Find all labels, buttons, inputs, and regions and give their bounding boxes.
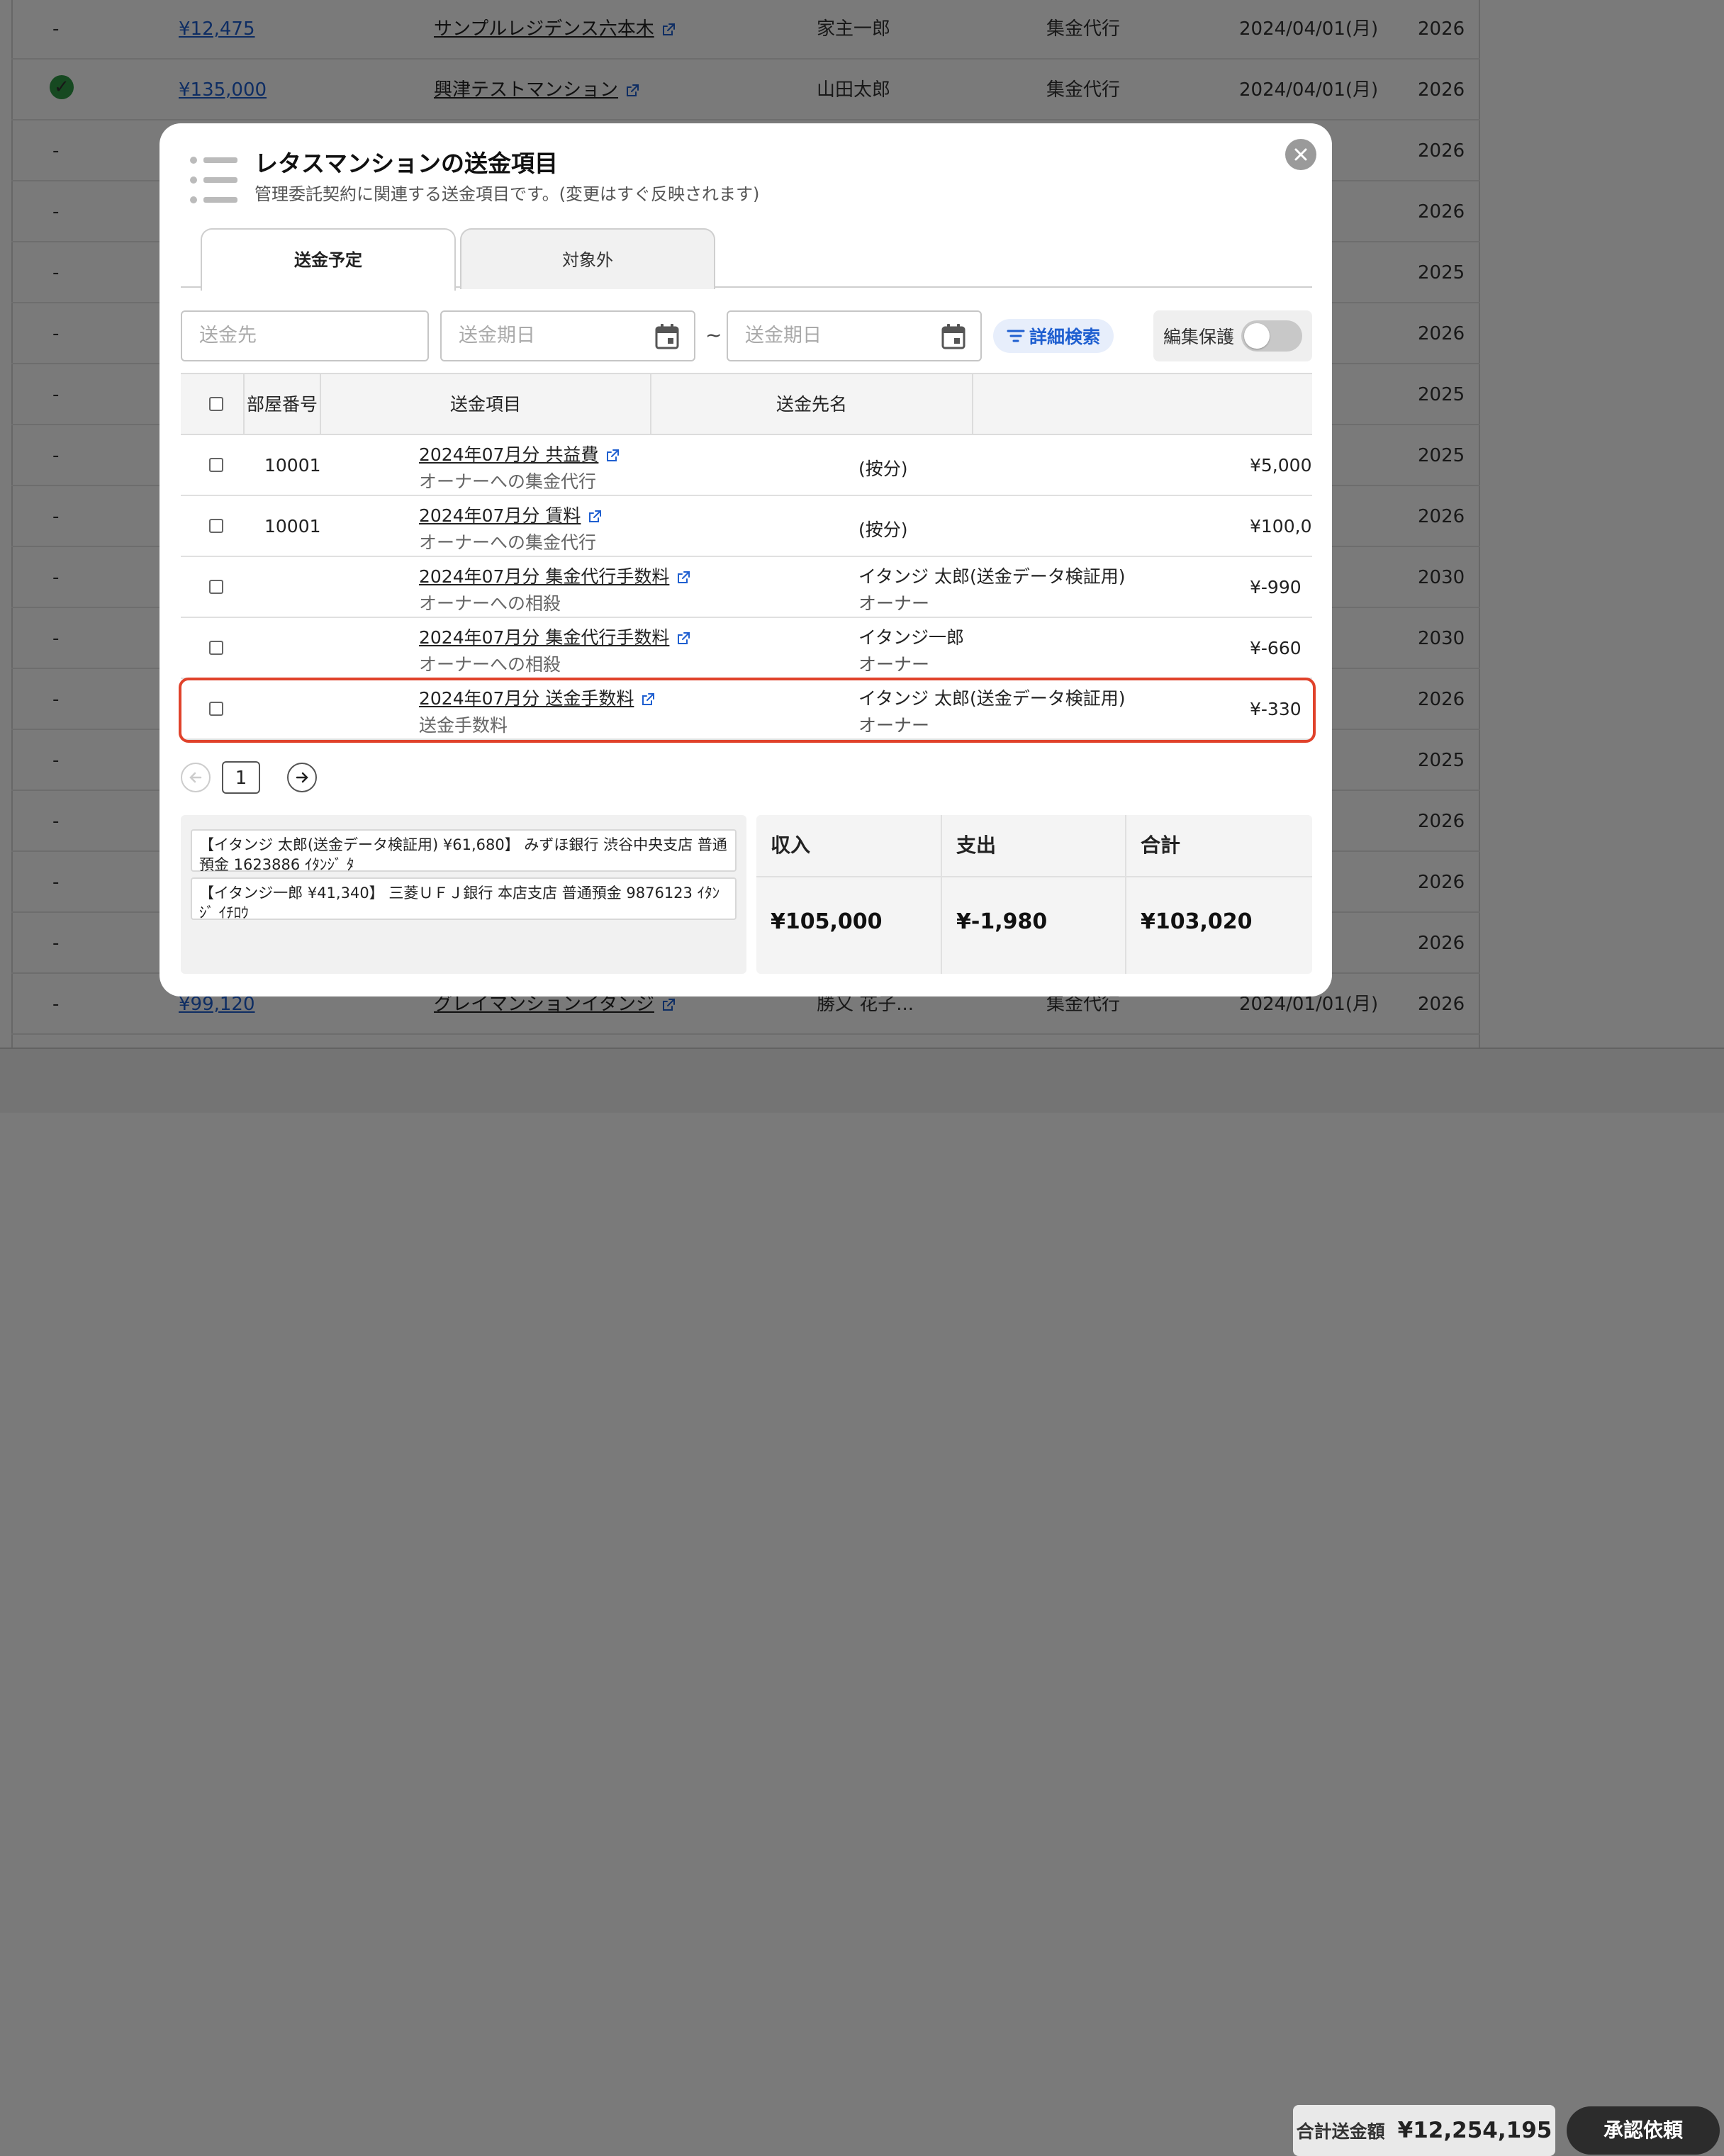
edit-protect-toggle[interactable] xyxy=(1241,320,1303,352)
highlighted-row-outline xyxy=(179,678,1316,743)
remittance-item-title: 2024年07月分 集金代行手数料 xyxy=(419,566,670,587)
summary-panel: 収入 支出 合計 ¥105,000 ¥-1,980 ¥103,020 xyxy=(756,815,1312,974)
bank-account-entry: 【イタンジ 太郎(送金データ検証用) ¥61,680】 みずほ銀行 渋谷中央支店… xyxy=(191,829,737,873)
filter-icon xyxy=(1007,330,1025,342)
row-checkbox[interactable] xyxy=(209,580,223,594)
remittance-item-title: 2024年07月分 共益費 xyxy=(419,444,599,465)
table-header: 部屋番号 送金項目 送金先名 xyxy=(181,373,1312,435)
room-number: 10001 xyxy=(264,516,321,537)
tab-excluded[interactable]: 対象外 xyxy=(460,228,715,289)
close-button[interactable] xyxy=(1285,139,1316,170)
expense-value: ¥-1,980 xyxy=(956,909,1048,934)
income-label: 収入 xyxy=(771,833,811,857)
external-link-icon[interactable] xyxy=(676,631,690,646)
table-row[interactable]: 10001 2024年07月分 賃料 オーナーへの集金代行 (按分) ¥100,0( xyxy=(181,496,1312,557)
remittance-item-link[interactable]: 2024年07月分 集金代行手数料 xyxy=(419,563,690,588)
date-from-placeholder: 送金期日 xyxy=(459,325,535,347)
header-destination-name: 送金先名 xyxy=(776,394,847,415)
destination-name: (按分) xyxy=(858,459,908,479)
calendar-icon[interactable] xyxy=(941,323,966,350)
pagination: 1 xyxy=(181,761,323,795)
remittance-amount: ¥5,000 xyxy=(1250,455,1312,476)
external-link-icon[interactable] xyxy=(588,510,602,524)
advanced-search-label: 詳細検索 xyxy=(1029,327,1100,347)
remittance-item-category: オーナーへの相殺 xyxy=(419,593,561,614)
filter-bar: 送金先 送金期日 ~ 送金期日 詳細検索 編集保護 xyxy=(181,310,1312,363)
remittance-items-modal: レタスマンションの送金項目 管理委託契約に関連する送金項目です。(変更はすぐ反映… xyxy=(159,123,1332,996)
bank-account-entry: 【イタンジ一郎 ¥41,340】 三菱ＵＦＪ銀行 本店支店 普通預金 98761… xyxy=(191,877,737,921)
remittance-item-link[interactable]: 2024年07月分 賃料 xyxy=(419,502,602,527)
remittance-item-category: オーナーへの集金代行 xyxy=(419,471,597,492)
destination-name: (按分) xyxy=(858,520,908,540)
remittance-item-title: 2024年07月分 賃料 xyxy=(419,505,581,526)
remittance-item-category: オーナーへの相殺 xyxy=(419,654,561,675)
income-value: ¥105,000 xyxy=(771,909,883,934)
date-from-input[interactable]: 送金期日 xyxy=(440,310,695,361)
list-icon xyxy=(188,155,240,207)
bank-accounts-panel: 【イタンジ 太郎(送金データ検証用) ¥61,680】 みずほ銀行 渋谷中央支店… xyxy=(181,815,746,974)
room-number: 10001 xyxy=(264,455,321,476)
total-remittance-box: 合計送金額 ¥12,254,195 xyxy=(1293,2105,1555,2156)
header-room-number: 部屋番号 xyxy=(246,394,318,415)
remittance-amount: ¥-660 xyxy=(1250,638,1302,658)
external-link-icon[interactable] xyxy=(605,449,620,463)
destination-name: イタンジ 太郎(送金データ検証用) xyxy=(858,566,1126,587)
remittance-item-category: オーナーへの集金代行 xyxy=(419,532,597,553)
close-icon xyxy=(1294,148,1307,161)
date-to-placeholder: 送金期日 xyxy=(745,325,822,347)
next-page-button[interactable] xyxy=(287,763,317,792)
remittance-item-link[interactable]: 2024年07月分 集金代行手数料 xyxy=(419,624,690,649)
date-to-input[interactable]: 送金期日 xyxy=(727,310,982,361)
modal-title: レタスマンションの送金項目 xyxy=(254,150,559,177)
header-remittance-item: 送金項目 xyxy=(449,394,521,415)
arrow-right-icon xyxy=(296,772,308,783)
select-all-checkbox[interactable] xyxy=(209,397,223,411)
advanced-search-button[interactable]: 詳細検索 xyxy=(993,319,1114,353)
date-range-separator: ~ xyxy=(705,323,722,347)
table-row[interactable]: 2024年07月分 集金代行手数料 オーナーへの相殺 イタンジ 太郎(送金データ検証… xyxy=(181,557,1312,618)
destination-input[interactable]: 送金先 xyxy=(181,310,429,361)
remittance-amount: ¥100,0( xyxy=(1250,516,1312,537)
total-remittance-label: 合計送金額 xyxy=(1296,2121,1385,2142)
tab-bar: 送金予定 対象外 xyxy=(181,228,1312,291)
remittance-amount: ¥-990 xyxy=(1250,577,1302,597)
total-label: 合計 xyxy=(1141,833,1181,857)
table-row[interactable]: 10001 2024年07月分 共益費 オーナーへの集金代行 (按分) ¥5,000 xyxy=(181,435,1312,496)
row-checkbox[interactable] xyxy=(209,458,223,472)
tab-scheduled[interactable]: 送金予定 xyxy=(201,228,456,291)
prev-page-button[interactable] xyxy=(181,763,211,792)
arrow-left-icon xyxy=(189,772,202,783)
row-checkbox[interactable] xyxy=(209,641,223,655)
external-link-icon[interactable] xyxy=(676,571,690,585)
expense-label: 支出 xyxy=(956,833,997,857)
current-page[interactable]: 1 xyxy=(222,761,260,794)
remittance-item-link[interactable]: 2024年07月分 共益費 xyxy=(419,441,620,466)
destination-role: オーナー xyxy=(858,593,930,614)
total-value: ¥103,020 xyxy=(1141,909,1253,934)
remittance-item-title: 2024年07月分 集金代行手数料 xyxy=(419,627,670,648)
destination-name: イタンジ一郎 xyxy=(858,627,965,648)
row-checkbox[interactable] xyxy=(209,519,223,533)
edit-protect-label: 編集保護 xyxy=(1163,327,1235,347)
approval-request-button[interactable]: 承認依頼 xyxy=(1567,2106,1720,2155)
modal-subtitle: 管理委託契約に関連する送金項目です。(変更はすぐ反映されます) xyxy=(254,184,760,204)
table-row[interactable]: 2024年07月分 集金代行手数料 オーナーへの相殺 イタンジ一郎 オーナー ¥-660 xyxy=(181,618,1312,679)
toggle-knob xyxy=(1244,323,1270,349)
total-remittance-value: ¥12,254,195 xyxy=(1397,2118,1552,2143)
edit-protect-control: 編集保護 xyxy=(1153,310,1312,361)
calendar-icon[interactable] xyxy=(654,323,680,350)
destination-role: オーナー xyxy=(858,654,930,675)
